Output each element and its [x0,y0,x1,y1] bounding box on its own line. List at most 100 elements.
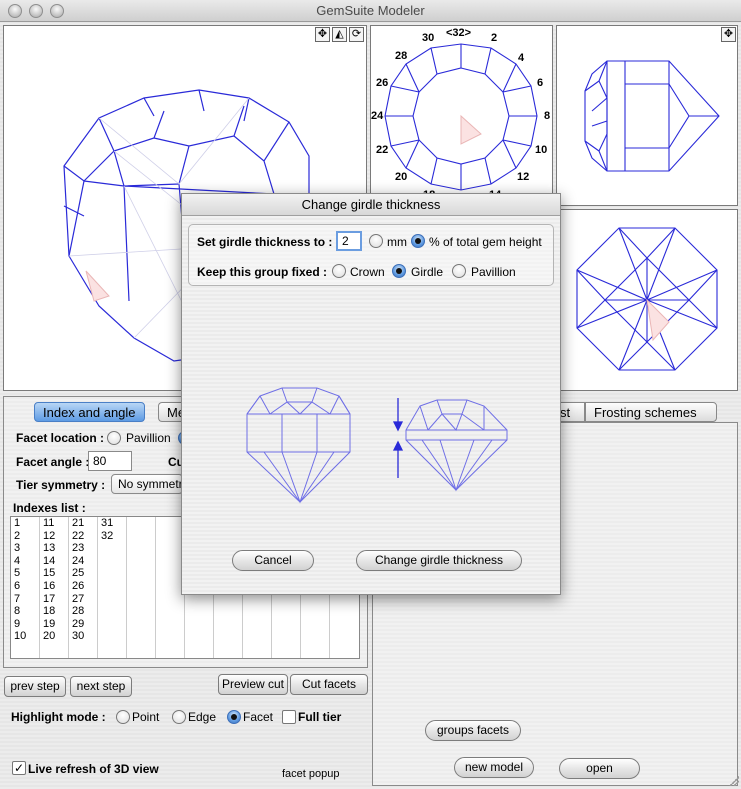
fixed-pavillion-radio[interactable] [452,264,466,278]
list-item[interactable]: 25 [69,567,97,580]
unit-mm-label: mm [387,235,407,249]
fixed-crown-radio[interactable] [332,264,346,278]
index-label-6: 6 [537,77,544,89]
facet-angle-input[interactable]: 80 [88,451,132,471]
list-item[interactable]: 4 [11,555,39,568]
index-label-20: 20 [395,171,408,183]
tab-index-and-angle[interactable]: Index and angle [34,402,145,422]
list-item[interactable]: 15 [40,567,68,580]
list-item[interactable]: 6 [11,580,39,593]
list-item[interactable]: 30 [69,630,97,643]
list-item[interactable]: 31 [98,517,126,530]
pavillion-label: Pavillion [126,431,171,445]
list-item[interactable]: 20 [40,630,68,643]
index-label-12: 12 [517,171,530,183]
list-item[interactable]: 32 [98,530,126,543]
unit-mm-radio[interactable] [369,234,383,248]
change-girdle-dialog: Change girdle thickness Set girdle thick… [181,193,561,595]
gem-after-illustration [392,398,508,492]
list-item[interactable]: 9 [11,618,39,631]
resize-grip[interactable] [729,776,739,786]
list-item[interactable]: 28 [69,605,97,618]
index-label-22: 22 [376,144,389,156]
list-item[interactable]: 18 [40,605,68,618]
facet-popup-label: facet popup [282,768,340,780]
bottom-view-panel[interactable] [556,209,738,391]
tier-symmetry-select[interactable]: No symmetry [111,474,183,494]
unit-percent-radio[interactable] [411,234,425,248]
index-label-28: 28 [395,50,408,62]
rotate-icon[interactable]: ⟳ [349,27,364,42]
list-item[interactable]: 7 [11,593,39,606]
list-item[interactable]: 24 [69,555,97,568]
index-label-26: 26 [376,77,389,89]
tier-symmetry-label: Tier symmetry : [16,478,106,492]
facet-angle-label: Facet angle : [16,455,90,469]
list-item[interactable]: 2 [11,530,39,543]
unit-percent-label: % of total gem height [429,235,542,249]
list-item[interactable]: 19 [40,618,68,631]
index-label-top: <32> [446,27,472,39]
move-icon[interactable]: ✥ [315,27,330,42]
highlight-point-label: Point [132,710,160,724]
indexes-column-2: 11 12 13 14 15 16 17 18 19 20 [40,517,69,658]
list-item[interactable]: 3 [11,542,39,555]
groups-facets-button[interactable]: groups facets [425,720,521,741]
full-tier-checkbox[interactable] [282,710,296,724]
prev-step-button[interactable]: prev step [4,676,66,697]
pavillion-radio[interactable] [107,431,121,445]
list-item[interactable]: 16 [40,580,68,593]
open-button[interactable]: open [559,758,640,779]
facet-location-label: Facet location : [16,431,105,445]
fixed-girdle-label: Girdle [411,265,444,279]
list-item[interactable]: 17 [40,593,68,606]
move-icon[interactable]: ✥ [721,27,736,42]
perspective-icon[interactable]: ◭ [332,27,347,42]
list-item[interactable]: 12 [40,530,68,543]
title-bar: GemSuite Modeler [0,0,741,22]
indexes-column-3: 21 22 23 24 25 26 27 28 29 30 [69,517,98,658]
highlight-edge-radio[interactable] [172,710,186,724]
highlight-facet-radio[interactable] [227,710,241,724]
list-item[interactable]: 8 [11,605,39,618]
list-item[interactable]: 11 [40,517,68,530]
index-label-8: 8 [544,110,551,122]
index-label-24: 24 [371,110,384,122]
thickness-input[interactable]: 2 [336,231,362,251]
top-view-panel[interactable]: <32> 2 4 6 8 10 12 14 30 28 26 24 22 20 … [370,25,553,205]
list-item[interactable]: 13 [40,542,68,555]
list-item[interactable]: 22 [69,530,97,543]
list-item[interactable]: 14 [40,555,68,568]
next-step-button[interactable]: next step [70,676,132,697]
tab-frosting-schemes[interactable]: Frosting schemes [585,402,717,422]
list-item[interactable]: 21 [69,517,97,530]
full-tier-label: Full tier [298,710,342,724]
thickness-label: Set girdle thickness to : [197,235,333,249]
list-item[interactable]: 5 [11,567,39,580]
indexes-list-label: Indexes list : [13,501,86,515]
highlight-point-radio[interactable] [116,710,130,724]
preview-cut-button[interactable]: Preview cut [218,674,288,695]
index-label-10: 10 [535,144,548,156]
list-item[interactable]: 1 [11,517,39,530]
gem-before-illustration [246,387,351,504]
list-item[interactable]: 26 [69,580,97,593]
list-item[interactable]: 23 [69,542,97,555]
indexes-column-empty [127,517,156,658]
list-item[interactable]: 10 [11,630,39,643]
fixed-crown-label: Crown [350,265,385,279]
highlight-facet-label: Facet [243,710,274,724]
list-item[interactable]: 29 [69,618,97,631]
change-girdle-button[interactable]: Change girdle thickness [356,550,522,571]
index-label-4: 4 [518,52,525,64]
fixed-girdle-radio[interactable] [392,264,406,278]
new-model-button[interactable]: new model [454,757,534,778]
cut-facets-button[interactable]: Cut facets [290,674,368,695]
indexes-column-1: 1 2 3 4 5 6 7 8 9 10 [11,517,40,658]
highlight-edge-label: Edge [188,710,217,724]
cancel-button[interactable]: Cancel [232,550,314,571]
side-view-panel[interactable]: ✥ [556,25,738,206]
list-item[interactable]: 27 [69,593,97,606]
live-refresh-checkbox[interactable]: ✓ [12,761,26,775]
fixed-group-label: Keep this group fixed : [197,265,328,279]
